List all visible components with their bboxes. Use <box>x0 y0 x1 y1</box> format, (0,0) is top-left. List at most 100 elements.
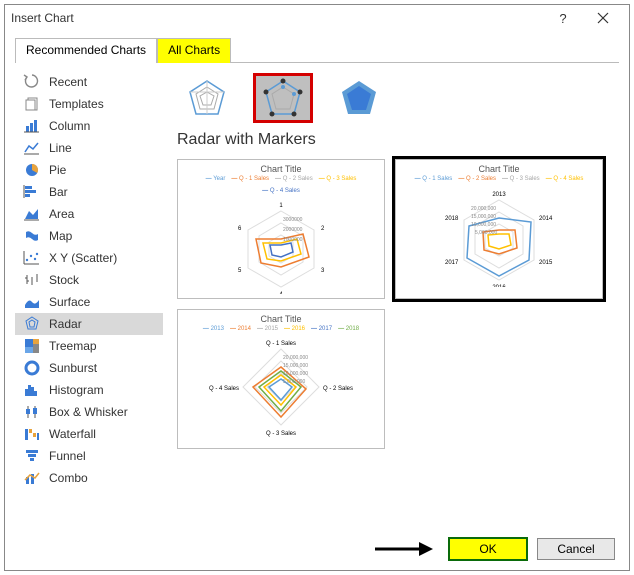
line-icon <box>23 140 41 156</box>
svg-text:2018: 2018 <box>445 216 459 222</box>
ok-button[interactable]: OK <box>449 538 527 560</box>
sidebar-item-label: Area <box>49 207 74 221</box>
sidebar-item-label: Column <box>49 119 90 133</box>
subtype-title: Radar with Markers <box>177 131 613 149</box>
stock-icon <box>23 272 41 288</box>
help-button[interactable]: ? <box>543 5 583 31</box>
insert-chart-dialog: Insert Chart ? Recommended Charts All Ch… <box>4 4 630 571</box>
treemap-icon <box>23 338 41 354</box>
titlebar: Insert Chart ? <box>5 5 629 31</box>
svg-text:Q - 1 Sales: Q - 1 Sales <box>266 341 296 347</box>
sidebar-item-treemap[interactable]: Treemap <box>15 335 163 357</box>
radar-preview-svg: Q - 1 Sales Q - 2 Sales Q - 3 Sales Q - … <box>201 332 361 437</box>
svg-text:5,000,000: 5,000,000 <box>283 379 305 385</box>
sidebar-item-scatter[interactable]: X Y (Scatter) <box>15 247 163 269</box>
svg-text:3: 3 <box>321 268 325 274</box>
chart-type-sidebar: Recent Templates Column Line Pie Bar Are… <box>15 63 163 544</box>
subtype-radar-filled[interactable] <box>329 73 389 123</box>
svg-text:Q - 2 Sales: Q - 2 Sales <box>323 386 353 392</box>
sidebar-item-label: Templates <box>49 97 104 111</box>
sidebar-item-column[interactable]: Column <box>15 115 163 137</box>
radar-preview-svg: 1 2 3 4 5 6 3000000 2000000 1000000 <box>206 194 356 294</box>
preview-title: Chart Title <box>260 164 301 174</box>
column-icon <box>23 118 41 134</box>
sidebar-item-surface[interactable]: Surface <box>15 291 163 313</box>
svg-text:2000000: 2000000 <box>283 227 303 233</box>
svg-text:Q - 4 Sales: Q - 4 Sales <box>209 386 239 392</box>
sidebar-item-label: Stock <box>49 273 79 287</box>
templates-icon <box>23 96 41 112</box>
sidebar-item-label: X Y (Scatter) <box>49 251 117 265</box>
sidebar-item-label: Map <box>49 229 72 243</box>
surface-icon <box>23 294 41 310</box>
sidebar-item-templates[interactable]: Templates <box>15 93 163 115</box>
scatter-icon <box>23 250 41 266</box>
sidebar-item-waterfall[interactable]: Waterfall <box>15 423 163 445</box>
waterfall-icon <box>23 426 41 442</box>
window-title: Insert Chart <box>11 11 74 25</box>
svg-text:15,000,000: 15,000,000 <box>283 363 308 369</box>
pie-icon <box>23 162 41 178</box>
sidebar-item-histogram[interactable]: Histogram <box>15 379 163 401</box>
svg-text:15,000,000: 15,000,000 <box>471 214 496 220</box>
arrow-icon <box>373 539 433 559</box>
sidebar-item-boxwhisker[interactable]: Box & Whisker <box>15 401 163 423</box>
area-icon <box>23 206 41 222</box>
preview-1[interactable]: Chart Title Year Q - 1 Sales Q - 2 Sales… <box>177 159 385 299</box>
svg-text:2015: 2015 <box>539 260 553 266</box>
svg-text:2014: 2014 <box>539 216 553 222</box>
radar-icon <box>23 316 41 332</box>
sunburst-icon <box>23 360 41 376</box>
svg-text:10,000,000: 10,000,000 <box>471 222 496 228</box>
svg-text:6: 6 <box>238 226 242 232</box>
preview-3[interactable]: Chart Title 2013 2014 2015 2016 2017 201… <box>177 309 385 449</box>
sidebar-item-label: Line <box>49 141 72 155</box>
close-button[interactable] <box>583 5 623 31</box>
sidebar-item-map[interactable]: Map <box>15 225 163 247</box>
tab-all-charts[interactable]: All Charts <box>157 38 231 63</box>
svg-text:20,000,000: 20,000,000 <box>471 206 496 212</box>
svg-text:3000000: 3000000 <box>283 217 303 223</box>
sidebar-item-recent[interactable]: Recent <box>15 71 163 93</box>
tab-recommended[interactable]: Recommended Charts <box>15 38 157 63</box>
sidebar-item-label: Sunburst <box>49 361 97 375</box>
sidebar-item-sunburst[interactable]: Sunburst <box>15 357 163 379</box>
preview-legend: Year Q - 1 Sales Q - 2 Sales Q - 3 Sales… <box>186 176 376 194</box>
svg-text:10,000,000: 10,000,000 <box>283 371 308 377</box>
svg-text:4: 4 <box>279 292 283 294</box>
sidebar-item-funnel[interactable]: Funnel <box>15 445 163 467</box>
combo-icon <box>23 470 41 486</box>
map-icon <box>23 228 41 244</box>
sidebar-item-label: Surface <box>49 295 90 309</box>
main-panel: Radar with Markers Chart Title Year Q - … <box>163 63 619 544</box>
svg-text:1: 1 <box>279 203 283 209</box>
sidebar-item-label: Histogram <box>49 383 104 397</box>
preview-grid: Chart Title Year Q - 1 Sales Q - 2 Sales… <box>177 159 613 449</box>
sidebar-item-area[interactable]: Area <box>15 203 163 225</box>
svg-text:2013: 2013 <box>492 192 506 198</box>
subtype-radar-markers[interactable] <box>253 73 313 123</box>
sidebar-item-label: Radar <box>49 317 82 331</box>
sidebar-item-combo[interactable]: Combo <box>15 467 163 489</box>
sidebar-item-label: Recent <box>49 75 87 89</box>
sidebar-item-stock[interactable]: Stock <box>15 269 163 291</box>
svg-text:2017: 2017 <box>445 260 459 266</box>
cancel-button[interactable]: Cancel <box>537 538 615 560</box>
content-area: Recent Templates Column Line Pie Bar Are… <box>15 62 619 544</box>
button-row: OK Cancel <box>373 538 615 560</box>
boxwhisker-icon <box>23 404 41 420</box>
preview-2[interactable]: Chart Title Q - 1 Sales Q - 2 Sales Q - … <box>395 159 603 299</box>
svg-text:5,000,000: 5,000,000 <box>475 230 497 236</box>
sidebar-item-pie[interactable]: Pie <box>15 159 163 181</box>
sidebar-item-line[interactable]: Line <box>15 137 163 159</box>
recent-icon <box>23 74 41 90</box>
sidebar-item-label: Bar <box>49 185 68 199</box>
subtype-radar[interactable] <box>177 73 237 123</box>
sidebar-item-radar[interactable]: Radar <box>15 313 163 335</box>
svg-text:1000000: 1000000 <box>283 237 303 243</box>
sidebar-item-bar[interactable]: Bar <box>15 181 163 203</box>
svg-text:2016: 2016 <box>492 285 506 287</box>
sidebar-item-label: Box & Whisker <box>49 405 128 419</box>
svg-text:Q - 3 Sales: Q - 3 Sales <box>266 431 296 437</box>
subtype-row <box>177 73 613 123</box>
